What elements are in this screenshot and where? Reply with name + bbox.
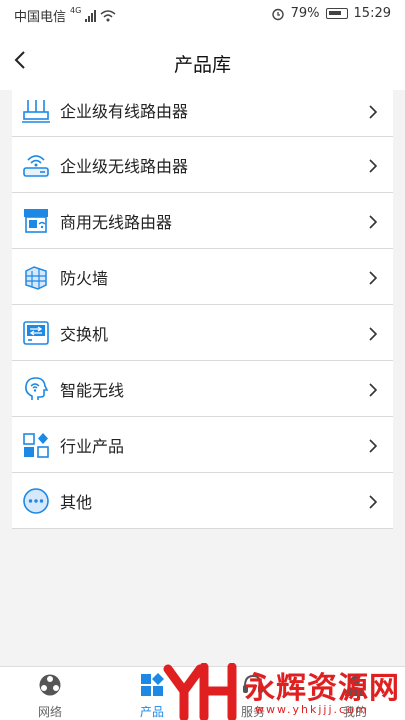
signal-icon [85,9,97,22]
battery-icon [325,8,348,19]
chevron-right-icon [369,105,378,119]
list-item-wireless-router[interactable]: 企业级无线路由器 [12,137,393,193]
chevron-right-icon [369,495,378,509]
tab-network[interactable]: 网络 [10,667,90,720]
chevron-right-icon [369,159,378,173]
smart-wireless-icon [25,377,49,400]
item-label: 企业级有线路由器 [60,102,189,121]
wifi-icon [100,9,116,21]
tab-label: 网络 [37,705,62,719]
list-item-other[interactable]: 其他 [12,473,393,529]
watermark: 永辉资源网 www.yhkjjj.com [160,663,405,720]
status-bar: 中国电信 4G 79% 15:29 [0,0,405,30]
industry-products-icon [23,433,49,458]
watermark-url: www.yhkjjj.com [255,703,369,716]
watermark-logo-icon [163,663,237,720]
page-title: 产品库 [173,54,231,76]
wireless-router-icon [23,155,49,177]
alarm-icon [271,8,284,20]
clock: 15:29 [353,6,391,21]
item-label: 交换机 [60,325,109,344]
list-item-wired-router[interactable]: 企业级有线路由器 [12,90,393,137]
item-label: 商用无线路由器 [60,213,173,232]
status-right: 79% 15:29 [271,6,391,21]
chevron-right-icon [369,439,378,453]
watermark-text: 永辉资源网 [245,671,400,706]
wired-router-icon [22,100,50,123]
network-type: 4G [70,6,82,15]
status-left: 中国电信 4G [14,6,116,25]
item-label: 防火墙 [60,269,109,288]
network-icon [39,674,61,696]
commercial-router-icon [24,209,48,233]
battery-percent: 79% [290,6,320,21]
firewall-icon [25,266,47,290]
chevron-right-icon [369,215,378,229]
product-list: 企业级有线路由器 企业级无线路由器 商用无线路由器 防火墙 交换机 智能无线 行… [12,90,393,529]
item-label: 智能无线 [60,381,125,400]
list-item-smart-wireless[interactable]: 智能无线 [12,361,393,417]
chevron-right-icon [369,327,378,341]
chevron-right-icon [369,383,378,397]
more-icon [23,488,49,514]
switch-icon [23,321,49,345]
list-item-industry-products[interactable]: 行业产品 [12,417,393,473]
list-item-switch[interactable]: 交换机 [12,305,393,361]
chevron-right-icon [369,271,378,285]
item-label: 企业级无线路由器 [60,157,189,176]
list-item-commercial-router[interactable]: 商用无线路由器 [12,193,393,249]
header: 产品库 [0,30,405,90]
list-item-firewall[interactable]: 防火墙 [12,249,393,305]
item-label: 其他 [60,493,93,512]
carrier-label: 中国电信 [14,10,67,25]
item-label: 行业产品 [60,437,125,456]
